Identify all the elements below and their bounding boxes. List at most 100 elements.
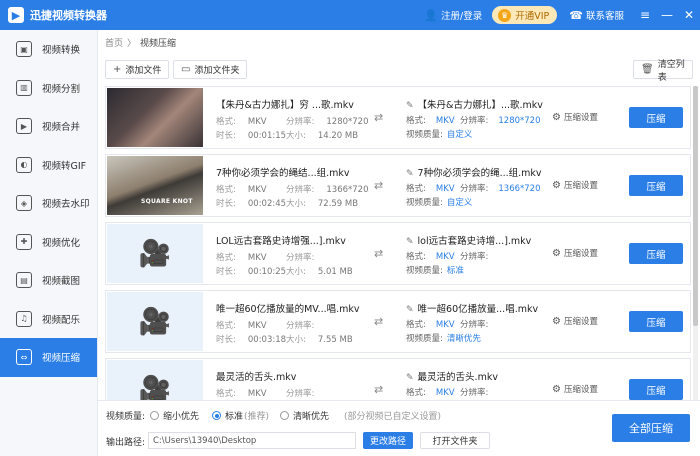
breadcrumb: 首页〉视频压缩: [105, 39, 177, 49]
file-row: 🎥最灵活的舌头.mkv格式:MKV分辨率:时长:大小:⇄✎最灵活的舌头.mkv格…: [105, 358, 691, 400]
clear-list-button[interactable]: 🗑 清空列表: [633, 60, 693, 83]
gear-icon: ⚙: [552, 247, 561, 259]
output-file-name[interactable]: ✎ 7种你必须学会的绳...组.mkv: [406, 165, 542, 179]
folder-icon: ▭: [181, 64, 191, 75]
file-row: 🎥 唯一超60亿播放量的MV...唱.mkv 格式: MKV 分辨率: 时长: 00:03:…: [105, 290, 691, 353]
output-file-name[interactable]: ✎ 【朱丹&古力娜扎】...歌.mkv: [406, 97, 543, 111]
video-camera-icon: 🎥: [138, 238, 172, 269]
menu-icon[interactable]: ≡: [634, 8, 656, 22]
video-camera-icon: 🎥: [138, 374, 172, 401]
video-camera-icon: 🎥: [138, 306, 172, 337]
app-title: 迅捷视频转换器: [30, 9, 107, 22]
compress-button[interactable]: 压缩: [629, 379, 683, 400]
sidebar-item-label: 视频配乐: [42, 314, 81, 326]
file-name: LOL远古套路史诗增强...].mkv: [216, 236, 346, 247]
video-thumbnail: 🎥: [107, 360, 203, 400]
sidebar-item-1[interactable]: ▥ 视频分割: [0, 69, 97, 108]
sidebar-item-6[interactable]: ▤ 视频截图: [0, 261, 97, 300]
sidebar-item-2[interactable]: ▶ 视频合并: [0, 107, 97, 146]
sidebar-item-label: 视频压缩: [42, 353, 81, 365]
bottom-panel: 视频质量: 缩小优先 标准 (推荐) 清晰优先 (部分视频已自定义设置) 输出路径…: [98, 400, 700, 456]
merge-icon: ▶: [16, 118, 32, 135]
sidebar-item-label: 视频转换: [42, 45, 81, 57]
vip-button[interactable]: ♛ 开通VIP: [492, 6, 558, 24]
shuffle-arrow-icon: ⇄: [374, 247, 384, 260]
sidebar-item-label: 视频优化: [42, 237, 81, 249]
gif-icon: ◐: [16, 156, 32, 173]
minimize-icon[interactable]: —: [656, 8, 678, 22]
music-icon: ♫: [16, 310, 32, 327]
sidebar-item-label: 视频分割: [42, 83, 81, 95]
open-folder-button[interactable]: 打开文件夹: [420, 432, 490, 449]
compress-settings-button[interactable]: ⚙ 压缩设置: [552, 111, 598, 124]
compress-settings-button[interactable]: ⚙ 压缩设置: [552, 383, 598, 396]
login-link[interactable]: 👤 注册/登录: [424, 8, 482, 23]
sidebar-item-3[interactable]: ◐ 视频转GIF: [0, 146, 97, 185]
compress-icon: ⇔: [16, 349, 32, 366]
compress-button[interactable]: 压缩: [629, 107, 683, 128]
compress-button[interactable]: 压缩: [629, 175, 683, 196]
list-scrollbar[interactable]: [693, 86, 698, 400]
output-file-name[interactable]: ✎ 最灵活的舌头.mkv: [406, 369, 498, 383]
shuffle-arrow-icon: ⇄: [374, 315, 384, 328]
compress-settings-button[interactable]: ⚙ 压缩设置: [552, 247, 598, 260]
sidebar-item-0[interactable]: ▣ 视频转换: [0, 30, 97, 69]
pencil-icon: ✎: [406, 305, 414, 315]
sidebar-item-label: 视频截图: [42, 276, 81, 288]
pencil-icon: ✎: [406, 101, 414, 111]
optimize-icon: ✚: [16, 233, 32, 250]
gear-icon: ⚙: [552, 179, 561, 191]
pencil-icon: ✎: [406, 169, 414, 179]
video-thumbnail: [107, 88, 203, 147]
file-list: 【朱丹&古力娜扎】穷 ...歌.mkv 格式: MKV 分辨率: 1280*720 时长:…: [105, 86, 691, 400]
change-path-button[interactable]: 更改路径: [363, 432, 413, 449]
sidebar-item-label: 视频合并: [42, 122, 81, 134]
file-row: 🎥 LOL远古套路史诗增强...].mkv 格式: MKV 分辨率: 时长: 00:10:2…: [105, 222, 691, 285]
add-folder-button[interactable]: ▭ 添加文件夹: [173, 60, 248, 79]
file-row: SQUARE KNOT 7种你必须学会的绳结...组.mkv 格式: MKV 分辨率: 1…: [105, 154, 691, 217]
compress-settings-button[interactable]: ⚙ 压缩设置: [552, 315, 598, 328]
scroll-thumb[interactable]: [693, 86, 698, 326]
radio-clear-first[interactable]: 清晰优先: [280, 409, 329, 422]
video-convert-icon: ▣: [16, 41, 32, 58]
compress-all-button[interactable]: 全部压缩: [612, 414, 690, 442]
custom-note: (部分视频已自定义设置): [344, 412, 442, 422]
radio-standard[interactable]: 标准 (推荐): [212, 409, 269, 422]
output-file-name[interactable]: ✎ lol远古套路史诗增...].mkv: [406, 233, 531, 247]
crown-icon: ♛: [498, 8, 512, 22]
screenshot-icon: ▤: [16, 272, 32, 289]
compress-button[interactable]: 压缩: [629, 243, 683, 264]
headset-icon: ☎: [569, 8, 583, 22]
sidebar-item-4[interactable]: ◈ 视频去水印: [0, 184, 97, 223]
close-icon[interactable]: ✕: [678, 8, 700, 22]
output-file-name[interactable]: ✎ 唯一超60亿播放量...唱.mkv: [406, 301, 538, 315]
sidebar-item-7[interactable]: ♫ 视频配乐: [0, 300, 97, 339]
service-link[interactable]: ☎ 联系客服: [569, 8, 624, 23]
quality-label: 视频质量:: [106, 412, 146, 422]
file-row: 【朱丹&古力娜扎】穷 ...歌.mkv 格式: MKV 分辨率: 1280*720 时长:…: [105, 86, 691, 149]
pencil-icon: ✎: [406, 237, 414, 247]
shuffle-arrow-icon: ⇄: [374, 111, 384, 124]
gear-icon: ⚙: [552, 111, 561, 123]
toolbar: + 添加文件 ▭ 添加文件夹 🗑 清空列表: [105, 60, 693, 83]
radio-small-first[interactable]: 缩小优先: [150, 409, 199, 422]
compress-settings-button[interactable]: ⚙ 压缩设置: [552, 179, 598, 192]
compress-button[interactable]: 压缩: [629, 311, 683, 332]
trash-icon: 🗑: [641, 64, 654, 75]
split-icon: ▥: [16, 79, 32, 96]
sidebar-item-8[interactable]: ⇔ 视频压缩: [0, 338, 97, 377]
sidebar-item-5[interactable]: ✚ 视频优化: [0, 223, 97, 262]
shuffle-arrow-icon: ⇄: [374, 383, 384, 396]
video-thumbnail: SQUARE KNOT: [107, 156, 203, 215]
gear-icon: ⚙: [552, 315, 561, 327]
pencil-icon: ✎: [406, 373, 414, 383]
sidebar-item-label: 视频转GIF: [42, 160, 87, 172]
video-thumbnail: 🎥: [107, 292, 203, 351]
title-bar: ▶ 迅捷视频转换器 👤 注册/登录 ♛ 开通VIP ☎ 联系客服 ≡ — ✕: [0, 0, 700, 30]
breadcrumb-home[interactable]: 首页: [105, 39, 123, 49]
file-name: 7种你必须学会的绳结...组.mkv: [216, 168, 350, 179]
shuffle-arrow-icon: ⇄: [374, 179, 384, 192]
video-thumbnail: 🎥: [107, 224, 203, 283]
output-path-input[interactable]: [148, 432, 356, 449]
add-file-button[interactable]: + 添加文件: [105, 60, 170, 79]
